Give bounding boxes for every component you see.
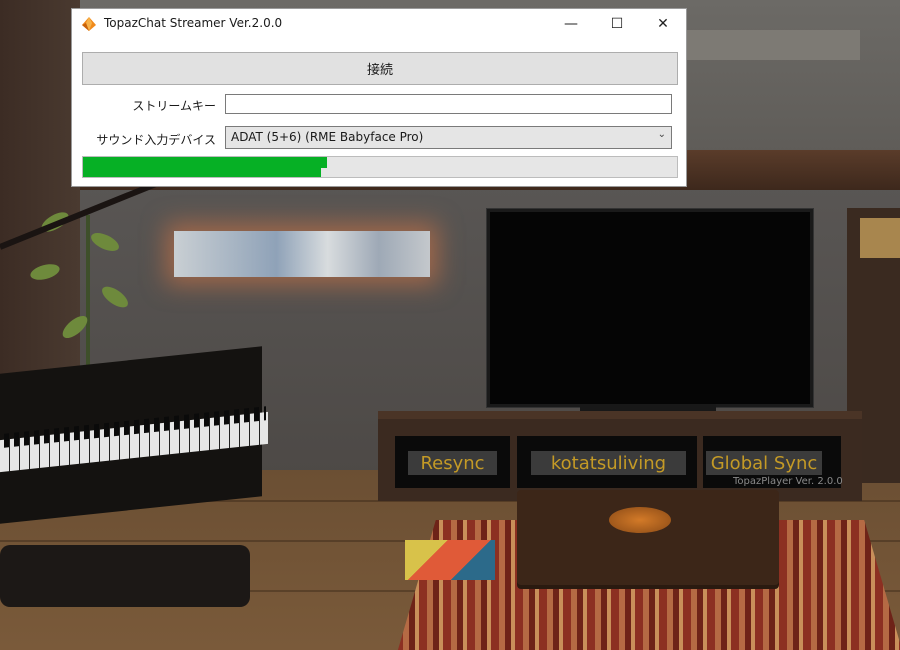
rug-pattern: [405, 540, 495, 580]
audio-level-peak: [83, 157, 327, 168]
title-bar[interactable]: TopazChat Streamer Ver.2.0.0 — ☐ ✕: [72, 9, 686, 39]
orange-bowl: [609, 507, 671, 533]
channel-name-button[interactable]: kotatsuliving: [531, 451, 686, 475]
sound-device-select[interactable]: ADAT (5+6) (RME Babyface Pro) ⌄: [225, 126, 672, 149]
close-button[interactable]: ✕: [640, 9, 686, 39]
resync-button[interactable]: Resync: [408, 451, 497, 475]
piano-bench: [0, 545, 250, 607]
sound-device-label: サウンド入力デバイス: [96, 133, 216, 147]
connect-button[interactable]: 接続: [82, 52, 678, 85]
wall-painting: [174, 231, 430, 277]
minimize-button[interactable]: —: [548, 9, 594, 39]
plant: [86, 215, 90, 375]
minimize-icon: —: [564, 16, 578, 32]
chevron-down-icon: ⌄: [657, 129, 666, 140]
bookshelf-item: [860, 218, 900, 258]
window-title: TopazChat Streamer Ver.2.0.0: [104, 16, 283, 30]
stream-key-label: ストリームキー: [132, 99, 216, 113]
streamer-window: TopazChat Streamer Ver.2.0.0 — ☐ ✕ 接続 スト…: [71, 8, 687, 187]
stream-key-input[interactable]: [225, 94, 672, 114]
topaz-gem-icon: [82, 17, 96, 31]
maximize-icon: ☐: [610, 16, 624, 32]
kotatsu-table: [517, 490, 779, 585]
television-screen: [487, 209, 813, 407]
player-version-label: TopazPlayer Ver. 2.0.0: [733, 476, 843, 487]
maximize-button[interactable]: ☐: [594, 9, 640, 39]
global-sync-button[interactable]: Global Sync: [706, 451, 822, 475]
sound-device-value: ADAT (5+6) (RME Babyface Pro): [231, 130, 424, 144]
audio-level-meter: [82, 156, 678, 178]
close-icon: ✕: [657, 16, 669, 32]
